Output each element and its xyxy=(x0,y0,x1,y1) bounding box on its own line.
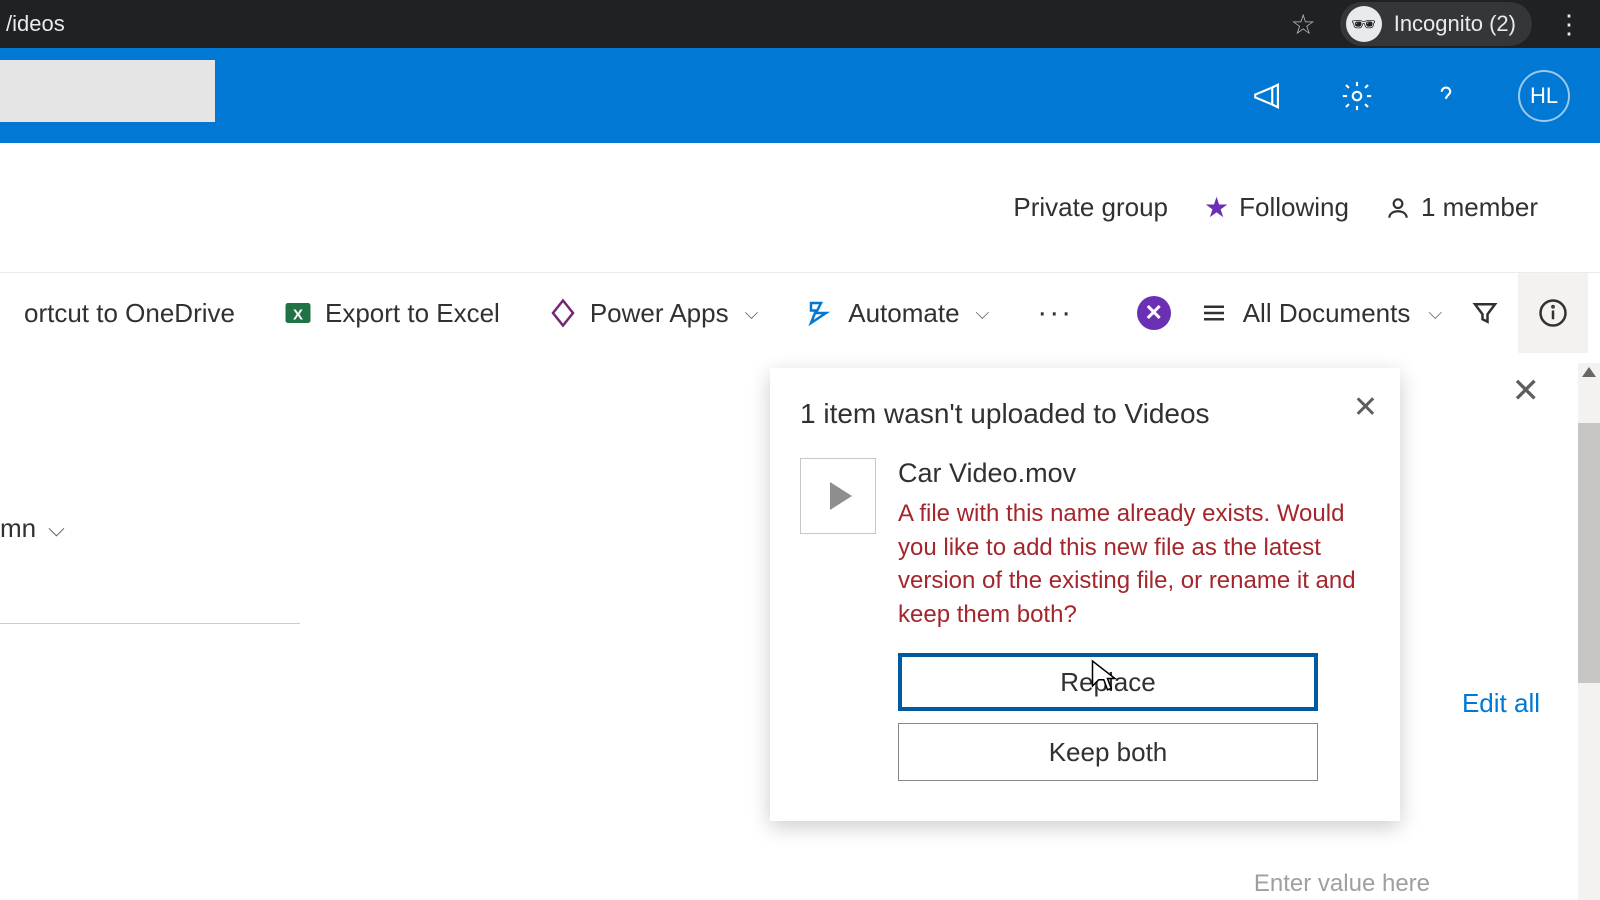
incognito-icon: 🕶 xyxy=(1346,6,1382,42)
help-icon[interactable] xyxy=(1429,79,1463,113)
conflict-file-name: Car Video.mov xyxy=(898,458,1370,489)
dialog-close-button[interactable]: ✕ xyxy=(1353,390,1378,425)
megaphone-icon[interactable] xyxy=(1251,79,1285,113)
play-icon xyxy=(830,482,852,510)
suite-bar: HL xyxy=(0,48,1600,143)
suite-actions: HL xyxy=(1251,48,1570,143)
settings-gear-icon[interactable] xyxy=(1340,79,1374,113)
row-divider xyxy=(0,623,300,624)
details-pane-toggle[interactable] xyxy=(1518,273,1588,353)
content-area: mn ⌵ ✕ 1 item wasn't uploaded to Videos … xyxy=(0,353,1600,900)
follow-toggle[interactable]: ★ Following xyxy=(1204,191,1349,224)
export-excel-button[interactable]: X Export to Excel xyxy=(259,298,524,329)
scroll-up-icon xyxy=(1582,367,1596,377)
cancel-upload-button[interactable]: ✕ xyxy=(1137,296,1171,330)
column-header-fragment[interactable]: mn ⌵ xyxy=(0,513,65,544)
browser-chrome: /ideos ☆ 🕶 Incognito (2) ⋮ xyxy=(0,0,1600,48)
svg-text:X: X xyxy=(293,306,303,323)
incognito-label: Incognito (2) xyxy=(1394,11,1516,37)
more-commands-button[interactable]: ··· xyxy=(1013,296,1097,330)
scroll-thumb[interactable] xyxy=(1578,423,1600,683)
filter-icon[interactable] xyxy=(1470,298,1500,328)
star-filled-icon: ★ xyxy=(1204,191,1229,224)
dialog-title: 1 item wasn't uploaded to Videos xyxy=(800,398,1370,430)
address-bar-fragment[interactable]: /ideos xyxy=(0,11,65,37)
ellipsis-icon: ··· xyxy=(1037,296,1073,330)
list-lines-icon xyxy=(1199,298,1229,328)
edit-all-link[interactable]: Edit all xyxy=(1462,688,1540,719)
excel-icon: X xyxy=(283,298,313,328)
chevron-down-icon: ⌵ xyxy=(745,303,759,324)
automate-button[interactable]: Automate ⌵ xyxy=(782,298,1013,329)
user-avatar[interactable]: HL xyxy=(1518,70,1570,122)
details-close-button[interactable]: ✕ xyxy=(1512,371,1541,411)
command-bar: ortcut to OneDrive X Export to Excel Pow… xyxy=(0,273,1600,353)
power-apps-button[interactable]: Power Apps ⌵ xyxy=(524,298,782,329)
follow-label: Following xyxy=(1239,192,1349,223)
members-link[interactable]: 1 member xyxy=(1385,192,1538,223)
conflict-message: A file with this name already exists. Wo… xyxy=(898,497,1370,631)
browser-menu-icon[interactable]: ⋮ xyxy=(1556,9,1582,40)
search-input[interactable] xyxy=(0,60,215,122)
info-icon xyxy=(1538,298,1568,328)
person-icon xyxy=(1385,195,1411,221)
file-thumbnail xyxy=(800,458,876,534)
chevron-down-icon: ⌵ xyxy=(48,516,65,542)
close-icon: ✕ xyxy=(1145,300,1163,326)
automate-icon xyxy=(806,298,836,328)
browser-actions: ☆ 🕶 Incognito (2) ⋮ xyxy=(1291,2,1600,46)
command-bar-right: ✕ All Documents ⌵ xyxy=(1137,273,1600,353)
property-placeholder[interactable]: Enter value here xyxy=(1254,870,1430,898)
chevron-down-icon: ⌵ xyxy=(976,303,990,324)
mouse-cursor xyxy=(1090,658,1120,699)
view-selector[interactable]: All Documents ⌵ xyxy=(1189,298,1452,329)
group-header: Private group ★ Following 1 member xyxy=(0,143,1600,273)
members-label: 1 member xyxy=(1421,192,1538,223)
upload-conflict-dialog: ✕ 1 item wasn't uploaded to Videos Car V… xyxy=(770,368,1400,821)
powerapps-icon xyxy=(548,298,578,328)
details-scrollbar[interactable] xyxy=(1578,363,1600,900)
bookmark-star-icon[interactable]: ☆ xyxy=(1291,8,1316,41)
incognito-badge[interactable]: 🕶 Incognito (2) xyxy=(1340,2,1532,46)
group-privacy-label: Private group xyxy=(1013,192,1168,223)
chevron-down-icon: ⌵ xyxy=(1428,303,1442,324)
keep-both-button[interactable]: Keep both xyxy=(898,723,1318,781)
shortcut-onedrive-button[interactable]: ortcut to OneDrive xyxy=(0,298,259,329)
